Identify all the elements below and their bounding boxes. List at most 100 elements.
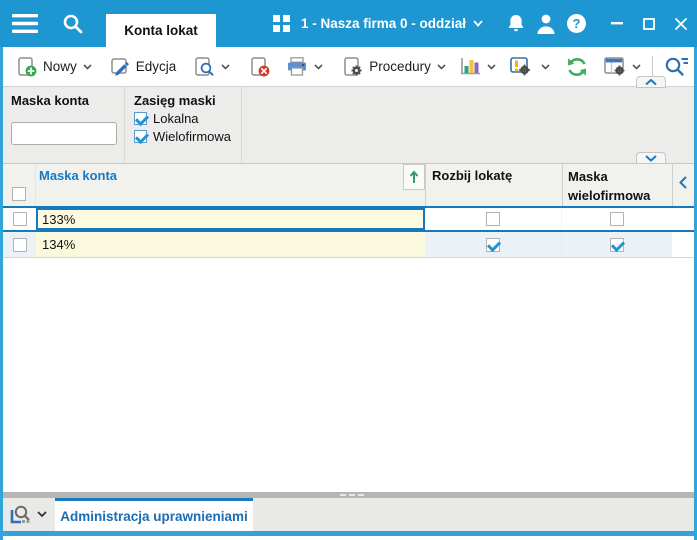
column-label: Maska wielofirmowa bbox=[568, 169, 651, 203]
chevron-down-icon bbox=[437, 63, 446, 70]
window-border-left bbox=[0, 47, 3, 540]
row-select-cell[interactable] bbox=[3, 208, 36, 230]
column-header-rozbij-lokate[interactable]: Rozbij lokatę bbox=[425, 164, 562, 206]
wielofirmowa-checkbox[interactable] bbox=[610, 212, 624, 226]
procedures-button-label: Procedury bbox=[369, 59, 431, 74]
search-icon[interactable] bbox=[50, 0, 96, 47]
wielofirmowa-label: Wielofirmowa bbox=[153, 129, 232, 144]
row-filler bbox=[672, 232, 694, 257]
status-bar: Administracja uprawnieniami bbox=[3, 498, 694, 531]
company-selector[interactable]: 1 - Nasza firma 0 - oddział bbox=[297, 16, 483, 31]
lokalna-checkbox[interactable] bbox=[134, 112, 147, 125]
checkbox-wielofirmowa[interactable]: Wielofirmowa bbox=[134, 129, 233, 144]
notifications-icon[interactable] bbox=[501, 0, 531, 47]
rozbij-checkbox[interactable] bbox=[486, 212, 500, 226]
user-icon[interactable] bbox=[531, 0, 561, 47]
procedures-button[interactable]: Procedury bbox=[338, 53, 451, 81]
alerts-settings-button[interactable] bbox=[505, 53, 555, 80]
rozbij-lokate-cell[interactable] bbox=[425, 208, 562, 230]
chevron-down-icon bbox=[221, 63, 230, 70]
rozbij-checkbox[interactable] bbox=[486, 237, 500, 252]
chevron-up-icon bbox=[645, 78, 657, 85]
rozbij-lokate-cell[interactable] bbox=[425, 232, 562, 257]
row-select-cell[interactable] bbox=[3, 232, 36, 257]
mask-scope-label: Zasięg maski bbox=[134, 93, 216, 108]
grid-header: Maska konta Rozbij lokatę Maska wielofir… bbox=[3, 164, 694, 206]
new-button[interactable]: Nowy bbox=[12, 53, 97, 81]
maska-konta-cell[interactable]: 134% bbox=[36, 232, 425, 257]
wielofirmowa-checkbox[interactable] bbox=[610, 237, 624, 252]
maska-konta-cell[interactable]: 133% bbox=[36, 208, 425, 230]
help-icon[interactable]: ? bbox=[561, 0, 591, 47]
chart-icon bbox=[460, 58, 480, 75]
row-filler bbox=[672, 208, 694, 230]
tab-administracja-uprawnieniami[interactable]: Administracja uprawnieniami bbox=[55, 498, 253, 531]
print-button[interactable] bbox=[281, 53, 328, 80]
view-settings-icon bbox=[603, 57, 625, 76]
window-edge bbox=[0, 536, 697, 540]
tab-konta-lokat[interactable]: Konta lokat bbox=[106, 14, 216, 47]
delete-record-icon bbox=[251, 56, 270, 76]
tab-label: Konta lokat bbox=[124, 23, 198, 38]
find-record-icon bbox=[195, 56, 214, 76]
chevron-down-icon bbox=[473, 20, 483, 27]
checkbox-lokalna[interactable]: Lokalna bbox=[134, 111, 233, 126]
filter-panel-empty bbox=[242, 87, 694, 163]
row-checkbox[interactable] bbox=[12, 237, 27, 252]
collapse-down-button[interactable] bbox=[636, 152, 666, 164]
find-record-button[interactable] bbox=[189, 53, 235, 81]
toolbar: Nowy Edycja Procedury bbox=[3, 47, 694, 87]
splitter-grip-icon bbox=[340, 494, 364, 496]
lookup-button[interactable] bbox=[3, 498, 55, 531]
chevron-down-icon bbox=[37, 511, 47, 518]
collapse-side-panel-button[interactable] bbox=[672, 164, 693, 206]
value-cell[interactable]: 134% bbox=[36, 232, 425, 257]
chevron-down-icon bbox=[314, 63, 323, 70]
filter-account-mask: Maska konta bbox=[3, 87, 125, 163]
minimize-button[interactable] bbox=[601, 0, 633, 47]
table-row[interactable]: 133% bbox=[3, 206, 694, 232]
edit-button-label: Edycja bbox=[135, 59, 177, 74]
select-all-checkbox[interactable] bbox=[12, 187, 26, 201]
maximize-button[interactable] bbox=[633, 0, 665, 47]
menu-icon[interactable] bbox=[0, 0, 50, 47]
collapse-up-button[interactable] bbox=[636, 76, 666, 88]
chart-button[interactable] bbox=[455, 53, 501, 80]
column-header-maska-wielofirmowa[interactable]: Maska wielofirmowa bbox=[562, 164, 672, 206]
lokalna-label: Lokalna bbox=[153, 111, 199, 126]
new-record-icon bbox=[18, 56, 37, 76]
sort-asc-icon bbox=[409, 170, 419, 183]
apps-grid-icon[interactable] bbox=[267, 0, 297, 47]
edit-button[interactable]: Edycja bbox=[105, 53, 182, 81]
refresh-button[interactable] bbox=[561, 53, 593, 81]
edit-cell[interactable]: 133% bbox=[36, 208, 425, 230]
app-window: Konta lokat 1 - Nasza firma 0 - oddział … bbox=[0, 0, 697, 540]
account-mask-input[interactable] bbox=[11, 122, 117, 145]
maska-wielofirmowa-cell[interactable] bbox=[562, 208, 672, 230]
delete-record-button[interactable] bbox=[245, 53, 275, 81]
print-icon bbox=[288, 57, 307, 76]
window-border-bottom bbox=[0, 531, 697, 536]
svg-text:?: ? bbox=[572, 16, 580, 31]
locator-icon bbox=[665, 57, 688, 76]
company-label: 1 - Nasza firma 0 - oddział bbox=[300, 16, 466, 31]
row-checkbox[interactable] bbox=[12, 212, 27, 226]
refresh-icon bbox=[567, 57, 586, 76]
close-button[interactable] bbox=[665, 0, 697, 47]
chevron-down-icon bbox=[487, 63, 496, 70]
sort-indicator[interactable] bbox=[403, 164, 425, 190]
wielofirmowa-checkbox[interactable] bbox=[134, 130, 147, 143]
chevron-left-icon bbox=[679, 176, 687, 189]
status-tab-label: Administracja uprawnieniami bbox=[60, 508, 248, 524]
column-header-maska-konta[interactable]: Maska konta bbox=[36, 164, 425, 206]
chevron-down-icon bbox=[632, 63, 641, 70]
table-row[interactable]: 134% bbox=[3, 232, 694, 258]
chevron-down-icon bbox=[645, 154, 657, 162]
procedures-icon bbox=[344, 56, 362, 76]
select-all-cell[interactable] bbox=[3, 164, 36, 206]
column-label: Maska konta bbox=[39, 168, 118, 183]
edit-record-icon bbox=[111, 57, 129, 76]
maska-wielofirmowa-cell[interactable] bbox=[562, 232, 672, 257]
titlebar: Konta lokat 1 - Nasza firma 0 - oddział … bbox=[0, 0, 697, 47]
account-mask-label: Maska konta bbox=[11, 93, 90, 108]
